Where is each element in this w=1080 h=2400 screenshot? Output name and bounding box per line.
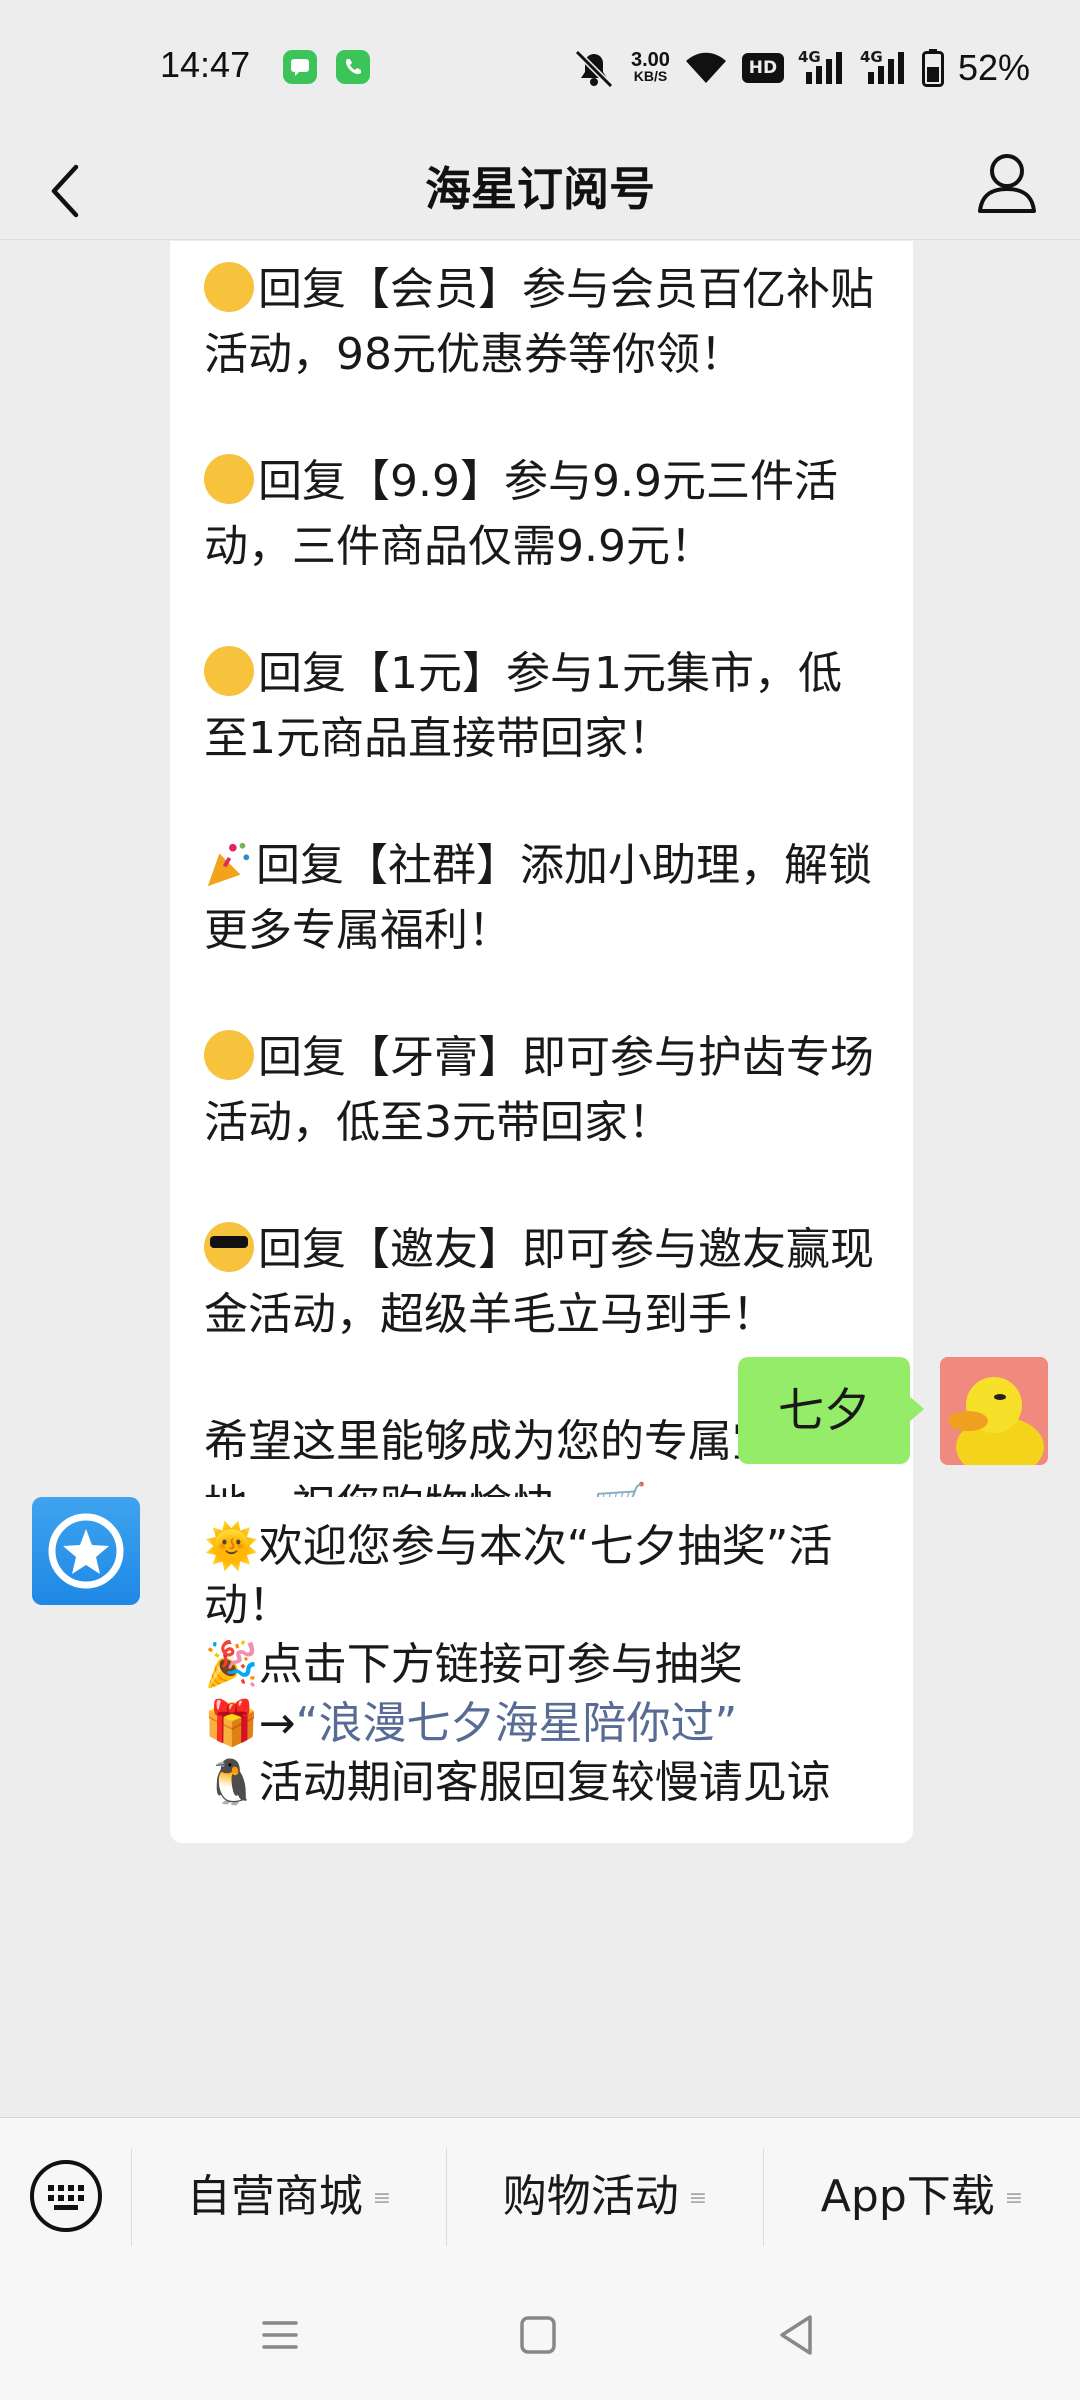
- wifi-icon: [685, 52, 726, 83]
- star-logo-icon: [48, 1513, 124, 1589]
- user-message-text: 七夕: [778, 1383, 870, 1437]
- menu-item-label: App下载: [820, 2171, 995, 2222]
- status-bar: 14:47 3.00 KB/S HD 4G 4G 52%: [0, 0, 1080, 135]
- profile-button[interactable]: [972, 147, 1042, 221]
- net-speed-unit: KB/S: [633, 68, 668, 84]
- signal-bars-icon: [805, 52, 842, 84]
- net-speed: 3.00 KB/S: [631, 49, 670, 84]
- submenu-lines-icon: ≡: [372, 2186, 392, 2211]
- surprised-face-emoji: [204, 262, 254, 312]
- user-message-bubble: 七夕: [738, 1357, 924, 1464]
- square-home-icon: [520, 2316, 556, 2354]
- message-line: 回复【9.9】参与9.9元三件活动，三件商品仅需9.9元！: [204, 449, 879, 579]
- message-text: 回复【1元】参与1元集市，低至1元商品直接带回家！: [204, 648, 842, 764]
- status-time: 14:47: [160, 44, 251, 85]
- recents-button[interactable]: [250, 2305, 310, 2365]
- custom-menu-bar: 自营商城 ≡ 购物活动 ≡ App下载 ≡: [0, 2117, 1080, 2275]
- user-avatar[interactable]: [940, 1357, 1048, 1465]
- duck-avatar-icon: [940, 1357, 1048, 1465]
- menu-item-label: 自营商城: [186, 2171, 363, 2222]
- battery-icon: [921, 49, 944, 87]
- menu-item-self-mall[interactable]: 自营商城 ≡: [132, 2118, 446, 2276]
- giggle-face-emoji: [204, 646, 254, 696]
- party-popper-emoji: [207, 842, 250, 887]
- system-navigation-bar: [0, 2275, 1080, 2400]
- status-icons: 3.00 KB/S HD 4G 4G 52%: [571, 40, 1030, 96]
- message-text: 回复【9.9】参与9.9元三件活动，三件商品仅需9.9元！: [204, 456, 838, 572]
- bot-message-bubble-2: 🌞欢迎您参与本次“七夕抽奖”活动！ 🎉点击下方链接可参与抽奖 🎁→“浪漫七夕海星…: [170, 1497, 913, 1843]
- lottery-link[interactable]: “浪漫七夕海星陪你过”: [296, 1698, 738, 1749]
- keyboard-icon: [30, 2160, 102, 2232]
- link-line: 🎁→“浪漫七夕海星陪你过”: [204, 1694, 879, 1753]
- chat-area[interactable]: 回复【会员】参与会员百亿补贴活动，98元优惠券等你领！ 回复【9.9】参与9.9…: [0, 241, 1080, 2116]
- page-title: 海星订阅号: [425, 162, 655, 216]
- skeptical-face-emoji: [204, 454, 254, 504]
- bot-message-bubble: 回复【会员】参与会员百亿补贴活动，98元优惠券等你领！ 回复【9.9】参与9.9…: [170, 241, 913, 1543]
- menu-item-label: 购物活动: [502, 2171, 679, 2222]
- battery-percent: 52%: [957, 47, 1030, 88]
- chat-header: 海星订阅号: [0, 135, 1080, 240]
- messages-notification-icon: [283, 50, 317, 84]
- phone-notification-icon: [336, 50, 370, 84]
- official-account-avatar[interactable]: [32, 1497, 140, 1605]
- submenu-lines-icon: ≡: [688, 2186, 708, 2211]
- message-text: 回复【会员】参与会员百亿补贴活动，98元优惠券等你领！: [204, 264, 874, 380]
- message-line: 回复【牙膏】即可参与护齿专场活动，低至3元带回家！: [204, 1025, 879, 1155]
- message-line: 回复【邀友】即可参与邀友赢现金活动，超级羊毛立马到手！: [204, 1217, 879, 1347]
- message-line: 回复【会员】参与会员百亿补贴活动，98元优惠券等你领！: [204, 257, 879, 387]
- menu-item-app-download[interactable]: App下载 ≡: [764, 2118, 1080, 2276]
- mute-bell-icon: [574, 49, 614, 88]
- message-line: 回复【社群】添加小助理，解锁更多专属福利！: [204, 833, 879, 963]
- signal-1: 4G: [798, 48, 846, 86]
- back-nav-button[interactable]: [766, 2305, 826, 2365]
- keyboard-toggle-button[interactable]: [28, 2158, 104, 2234]
- signal-bars-icon: [867, 52, 904, 84]
- hd-label: HD: [748, 58, 778, 78]
- person-icon: [978, 154, 1036, 213]
- sunglasses-face-emoji: [204, 1222, 254, 1272]
- notice-line: 🐧活动期间客服回复较慢请见谅: [204, 1757, 831, 1808]
- instruction-line: 🎉点击下方链接可参与抽奖: [204, 1639, 743, 1690]
- menu-lines-icon: [262, 2321, 298, 2349]
- welcome-line: 🌞欢迎您参与本次“七夕抽奖”活动！: [204, 1521, 833, 1631]
- hd-badge: HD: [741, 53, 784, 83]
- message-text: 回复【社群】添加小助理，解锁更多专属福利！: [204, 840, 872, 956]
- message-text: 回复【牙膏】即可参与护齿专场活动，低至3元带回家！: [204, 1032, 874, 1148]
- triangle-back-icon: [780, 2315, 812, 2355]
- home-button[interactable]: [508, 2305, 568, 2365]
- message-text: 回复【邀友】即可参与邀友赢现金活动，超级羊毛立马到手！: [204, 1224, 874, 1340]
- message-line: 回复【1元】参与1元集市，低至1元商品直接带回家！: [204, 641, 879, 771]
- signal-2: 4G: [860, 48, 908, 86]
- grin-face-emoji: [204, 1030, 254, 1080]
- submenu-lines-icon: ≡: [1004, 2186, 1024, 2211]
- menu-item-shopping-activities[interactable]: 购物活动 ≡: [447, 2118, 763, 2276]
- net-speed-value: 3.00: [631, 49, 670, 71]
- gift-arrow-prefix: 🎁→: [204, 1698, 296, 1749]
